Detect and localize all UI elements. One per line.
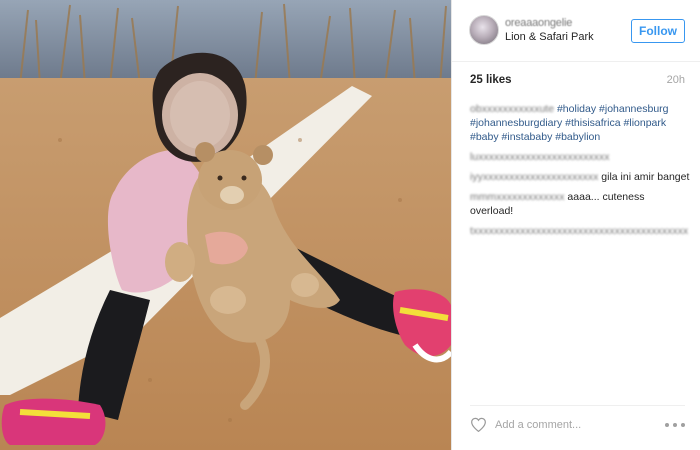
post-sidebar: oreaaaongelie Lion & Safari Park Follow … [451,0,700,450]
comment-blurred-text: xxxxxxxxxxxxx [496,191,565,203]
post-header: oreaaaongelie Lion & Safari Park Follow [452,0,700,62]
post-photo[interactable] [0,0,451,450]
comment-item: mmmxxxxxxxxxxxxx aaaa... cuteness overlo… [470,190,690,218]
location-link[interactable]: Lion & Safari Park [505,31,594,43]
caption-blurred-text: xxxxxxxxxxx [481,103,540,115]
comment-item: iyyxxxxxxxxxxxxxxxxxxxxxx gila ini amir … [470,170,690,184]
comment-blurred-text: xxxxxxxxxxxxxxxxxxxxxxxxxxxxxxxxxxxxxxxx… [472,225,689,237]
comment-item: luxxxxxxxxxxxxxxxxxxxxxxxxx [470,150,690,164]
caption-blurred-text-end: ute [539,103,555,115]
hashtag-link[interactable]: #johannesburgdiary [470,117,562,129]
caption-author[interactable]: ob [470,103,482,115]
avatar[interactable] [469,15,499,45]
hashtag-link[interactable]: #baby [470,131,499,143]
username-link[interactable]: oreaaaongelie [505,17,572,29]
hashtag-link[interactable]: #instababy [502,131,553,143]
hashtag-link[interactable]: #johannesburg [599,103,668,115]
comment-item: txxxxxxxxxxxxxxxxxxxxxxxxxxxxxxxxxxxxxxx… [470,224,690,238]
post-photo-image [0,0,451,450]
comment-blurred-text: xxxxxxxxxxxxxxxxxxxxxxxxx [478,151,610,163]
divider [470,405,685,406]
comment-author[interactable]: iyy [470,171,483,183]
post-timestamp[interactable]: 20h [667,74,685,86]
comment-blurred-text: xxxxxxxxxxxxxxxxxxxxxx [482,171,599,183]
likes-row: 25 likes 20h [470,74,685,90]
hashtag-link[interactable]: #holiday [557,103,596,115]
comment-list: obxxxxxxxxxxxute #holiday #johannesburg … [470,102,690,244]
comment-text: gila ini amir banget [601,171,690,183]
heart-icon[interactable] [470,417,487,433]
comment-author[interactable]: mmm [470,191,496,203]
hashtag-link[interactable]: #babylion [555,131,600,143]
likes-count[interactable]: 25 likes [470,74,512,86]
more-options-icon[interactable] [665,422,685,428]
add-comment-input[interactable] [495,416,645,434]
hashtag-link[interactable]: #lionpark [624,117,667,129]
comment-author[interactable]: lu [470,151,478,163]
instagram-post-window: oreaaaongelie Lion & Safari Park Follow … [0,0,700,450]
follow-button[interactable]: Follow [631,19,685,43]
hashtag-link[interactable]: #thisisafrica [565,117,620,129]
caption: obxxxxxxxxxxxute #holiday #johannesburg … [470,102,690,144]
